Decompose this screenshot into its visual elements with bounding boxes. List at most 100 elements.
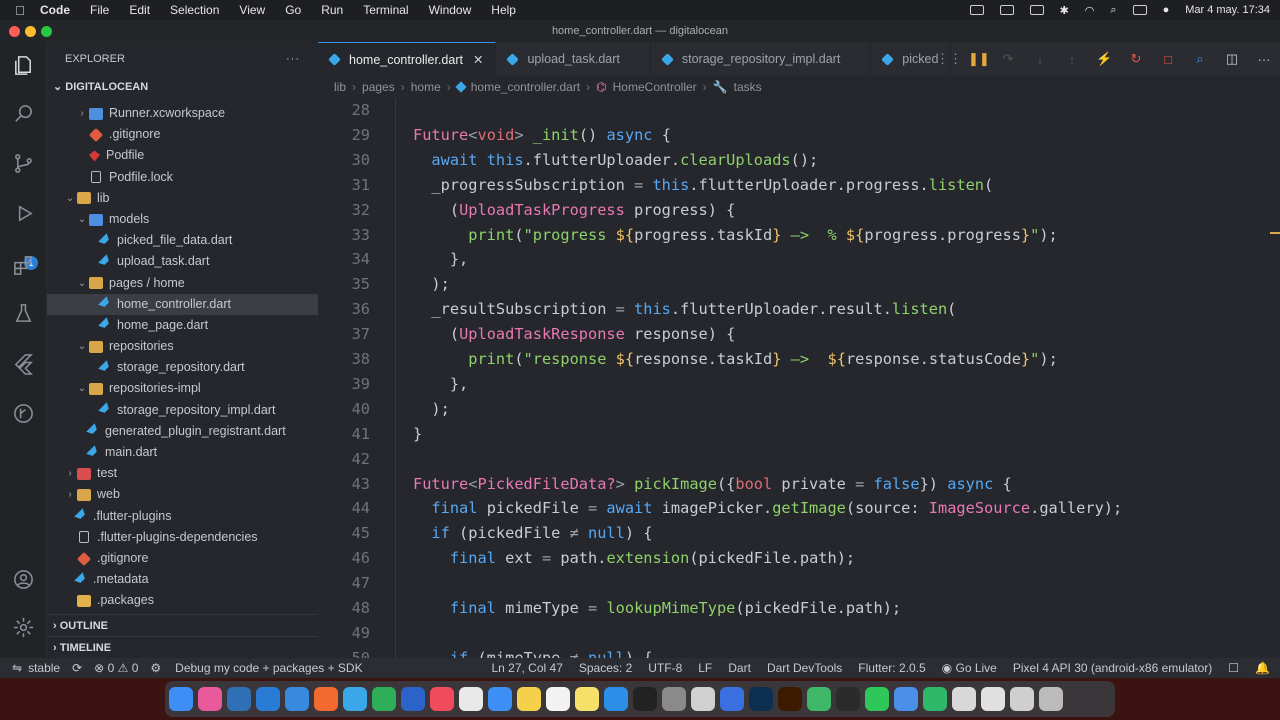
indentation[interactable]: Spaces: 2: [579, 661, 632, 675]
app-icon-green[interactable]: [807, 687, 831, 711]
tab-storage-repository-impl[interactable]: storage_repository_impl.dart: [651, 42, 872, 76]
source-control-icon[interactable]: [12, 152, 35, 175]
tree-item[interactable]: .flutter-plugins-dependencies: [47, 527, 318, 548]
tree-item[interactable]: › test: [47, 463, 318, 484]
tree-item[interactable]: ⌄ repositories-impl: [47, 378, 318, 399]
code-line[interactable]: 36 _resultSubscription = this.flutterUpl…: [318, 297, 1280, 322]
breadcrumb-lib[interactable]: lib: [334, 76, 346, 98]
stop-icon[interactable]: □: [1160, 52, 1176, 67]
app-store-icon[interactable]: [604, 687, 628, 711]
go-live-button[interactable]: ◉ Go Live: [942, 661, 997, 675]
tree-item[interactable]: ⌄ repositories: [47, 336, 318, 357]
terminal-2-icon[interactable]: [836, 687, 860, 711]
vpn-app-icon[interactable]: [227, 687, 251, 711]
menu-file[interactable]: File: [90, 3, 109, 17]
code-line[interactable]: 31 _progressSubscription = this.flutterU…: [318, 173, 1280, 198]
end-of-line[interactable]: LF: [698, 661, 712, 675]
photoshop-icon[interactable]: [749, 687, 773, 711]
menu-edit[interactable]: Edit: [129, 3, 150, 17]
trash-icon[interactable]: [1039, 687, 1063, 711]
mongodb-icon[interactable]: [372, 687, 396, 711]
settings-gear-icon[interactable]: [12, 616, 35, 639]
testing-icon[interactable]: [12, 302, 35, 325]
code-line[interactable]: 43 Future<PickedFileData?> pickImage({boo…: [318, 472, 1280, 497]
code-line[interactable]: 40 );: [318, 397, 1280, 422]
problems-indicator[interactable]: ⊗ 0 ⚠ 0: [94, 661, 138, 675]
step-over-icon[interactable]: ↷: [1000, 51, 1016, 67]
breadcrumb-file[interactable]: home_controller.dart: [471, 76, 580, 98]
tree-item[interactable]: home_page.dart: [47, 315, 318, 336]
code-line[interactable]: 44 final pickedFile = await imagePicker.…: [318, 496, 1280, 521]
finder-icon[interactable]: [169, 687, 193, 711]
window-close-button[interactable]: [9, 26, 20, 37]
run-debug-icon[interactable]: [12, 202, 35, 225]
menu-help[interactable]: Help: [491, 3, 516, 17]
menu-window[interactable]: Window: [429, 3, 472, 17]
more-actions-icon[interactable]: ···: [286, 42, 300, 76]
tree-item[interactable]: Podfile.lock: [47, 167, 318, 188]
tree-item[interactable]: generated_plugin_registrant.dart: [47, 421, 318, 442]
code-line[interactable]: 28: [318, 98, 1280, 123]
debug-config-icon[interactable]: ⚙: [150, 661, 161, 675]
tree-item[interactable]: home_controller.dart: [47, 293, 318, 315]
breadcrumb-pages[interactable]: pages: [362, 76, 395, 98]
tree-item[interactable]: picked_file_data.dart: [47, 230, 318, 251]
siri-icon[interactable]: ●: [1163, 4, 1170, 16]
code-line[interactable]: 46 final ext = path.extension(pickedFile…: [318, 546, 1280, 571]
sync-icon[interactable]: ⟳: [72, 661, 82, 675]
device-selector[interactable]: Pixel 4 API 30 (android-x86 emulator): [1013, 661, 1212, 675]
cursor-position[interactable]: Ln 27, Col 47: [491, 661, 562, 675]
android-studio-icon[interactable]: [894, 687, 918, 711]
menu-run[interactable]: Run: [321, 3, 343, 17]
chrome-icon[interactable]: [459, 687, 483, 711]
wifi-icon[interactable]: ◠: [1085, 4, 1095, 17]
photos-icon[interactable]: [517, 687, 541, 711]
code-line[interactable]: 41}: [318, 422, 1280, 447]
app-icon[interactable]: [691, 687, 715, 711]
step-into-icon[interactable]: ↓: [1032, 52, 1048, 67]
folder-stack-icon[interactable]: [1010, 687, 1034, 711]
downloads-icon[interactable]: [981, 687, 1005, 711]
remote-icon[interactable]: ⇋: [12, 661, 22, 675]
dart-devtools[interactable]: Dart DevTools: [767, 661, 842, 675]
pause-icon[interactable]: ❚❚: [968, 51, 990, 67]
git-graph-icon[interactable]: [12, 402, 35, 425]
restart-icon[interactable]: ↻: [1128, 51, 1144, 67]
tree-item[interactable]: ⌄ pages / home: [47, 273, 318, 294]
code-line[interactable]: 34 },: [318, 247, 1280, 272]
encoding[interactable]: UTF-8: [648, 661, 682, 675]
textedit-icon[interactable]: [546, 687, 570, 711]
breadcrumb-class[interactable]: HomeController: [613, 76, 697, 98]
code-line[interactable]: 33 print("progress ${progress.taskId} —>…: [318, 223, 1280, 248]
system-preferences-icon[interactable]: [662, 687, 686, 711]
breadcrumb-field[interactable]: tasks: [734, 76, 762, 98]
code-line[interactable]: 49: [318, 621, 1280, 646]
tree-item[interactable]: upload_task.dart: [47, 251, 318, 272]
sheets-icon[interactable]: [923, 687, 947, 711]
extensions-icon[interactable]: [12, 254, 35, 277]
tree-item[interactable]: Podfile: [47, 145, 318, 166]
breadcrumb-home[interactable]: home: [411, 76, 441, 98]
code-line[interactable]: 32 (UploadTaskProgress progress) {: [318, 198, 1280, 223]
editor-more-icon[interactable]: ···: [1256, 52, 1272, 67]
code-line[interactable]: 50 if (mimeType ≠ null) {: [318, 646, 1280, 658]
menu-terminal[interactable]: Terminal: [363, 3, 408, 17]
menu-go[interactable]: Go: [285, 3, 301, 17]
code-line[interactable]: 39 },: [318, 372, 1280, 397]
apple-icon[interactable]: : [0, 3, 40, 18]
drag-handle-icon[interactable]: ⋮⋮: [936, 51, 962, 67]
illustrator-icon[interactable]: [778, 687, 802, 711]
hot-reload-icon[interactable]: ⚡: [1096, 51, 1112, 67]
flutter-app-icon[interactable]: [343, 687, 367, 711]
tab-close-icon[interactable]: ✕: [473, 43, 483, 77]
document-icon[interactable]: [952, 687, 976, 711]
debug-config-label[interactable]: Debug my code + packages + SDK: [175, 661, 362, 675]
notifications-icon[interactable]: 🔔: [1255, 661, 1270, 675]
tree-item[interactable]: › Runner.xcworkspace: [47, 103, 318, 124]
search-icon[interactable]: [12, 102, 35, 125]
bitwarden-icon[interactable]: [720, 687, 744, 711]
keyboard-icon[interactable]: [1029, 5, 1044, 15]
window-minimize-button[interactable]: [25, 26, 36, 37]
music-icon[interactable]: [430, 687, 454, 711]
menubar-clock[interactable]: Mar 4 may. 17:34: [1185, 4, 1270, 16]
